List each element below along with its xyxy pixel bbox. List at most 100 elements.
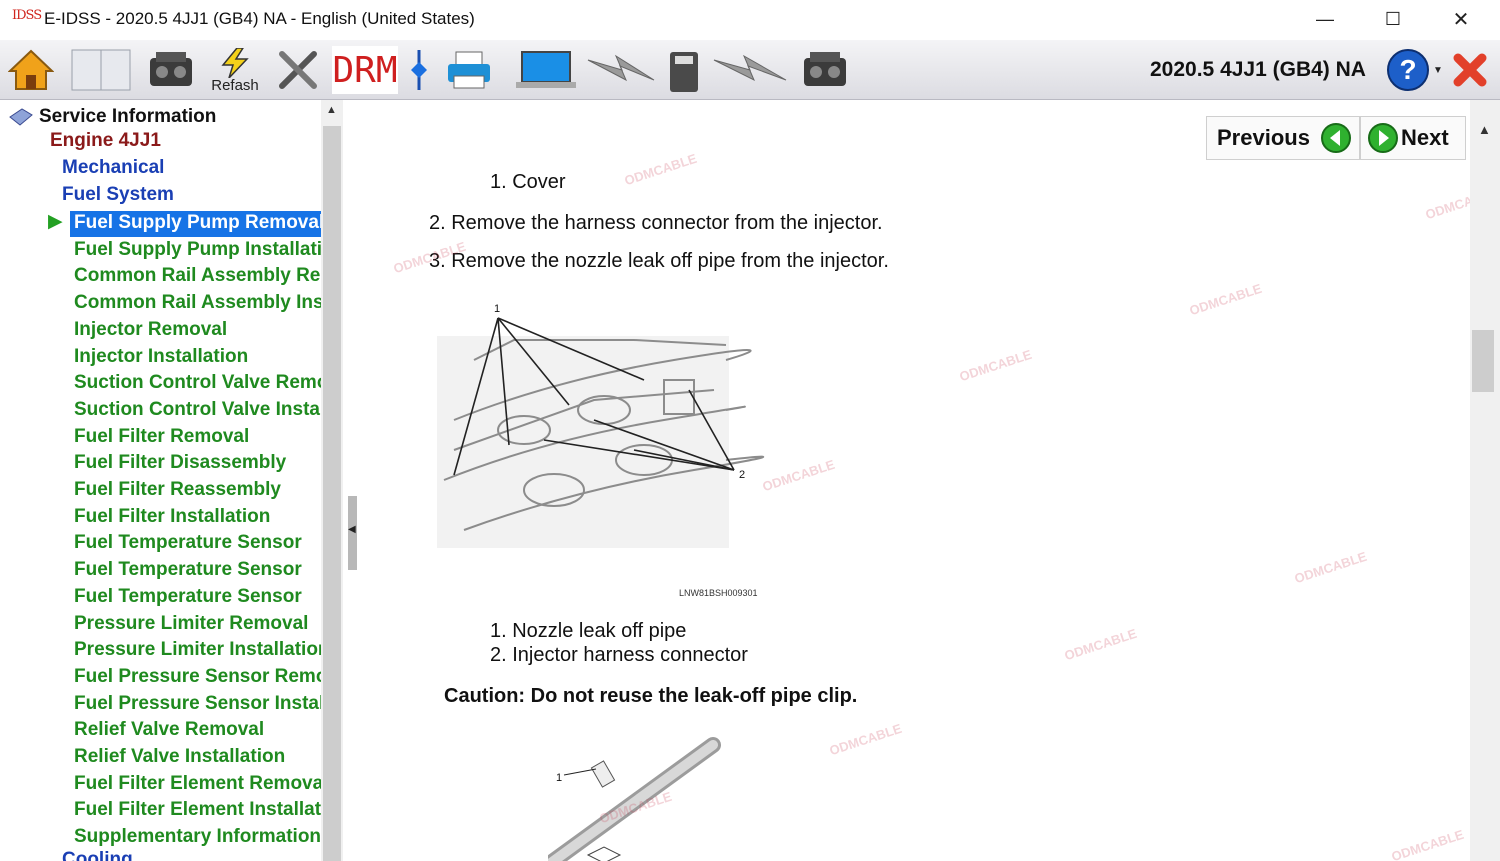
tree-item[interactable]: Fuel Filter Removal	[70, 425, 321, 451]
maximize-button[interactable]: ☐	[1360, 0, 1426, 38]
tree-item[interactable]: Fuel Supply Pump Removal	[70, 211, 321, 237]
print-button[interactable]	[442, 46, 496, 94]
content-scroll-thumb[interactable]	[1472, 330, 1494, 392]
engine-button-2[interactable]	[796, 46, 854, 94]
chevron-down-icon[interactable]: ▼	[1433, 65, 1443, 76]
drm-button[interactable]: DRM	[332, 46, 398, 94]
watermark: ODMCABLE	[1292, 548, 1369, 587]
help-button[interactable]: ? ▼	[1384, 46, 1444, 94]
tree-root-label: Service Information	[39, 106, 217, 127]
sidebar-scroll-thumb[interactable]	[323, 126, 341, 861]
step-2: 2. Remove the harness connector from the…	[429, 212, 883, 234]
tools-icon	[279, 51, 317, 89]
engine-button[interactable]	[142, 46, 200, 94]
exit-button[interactable]	[1450, 46, 1490, 94]
watermark: ODMCABLE	[827, 720, 904, 759]
tree-item[interactable]: Fuel Filter Reassembly	[70, 478, 321, 504]
arrow-button[interactable]	[404, 46, 434, 94]
help-icon: ?	[1387, 49, 1430, 91]
close-button[interactable]: ✕	[1428, 0, 1494, 38]
signal-button-2[interactable]	[710, 46, 790, 94]
callout-1: 1	[494, 303, 500, 315]
tree-item[interactable]: Fuel Temperature Sensor	[70, 558, 321, 584]
exit-icon	[1453, 53, 1487, 87]
step-3: 3. Remove the nozzle leak off pipe from …	[429, 250, 889, 272]
sidebar-scrollbar[interactable]: ▲	[321, 100, 343, 861]
tree-item[interactable]: Fuel Supply Pump Installation	[70, 238, 321, 264]
injector-figure: 1 2	[437, 303, 764, 548]
tree-item[interactable]: Supplementary Information	[70, 825, 321, 851]
refresh-label: Refash	[211, 76, 259, 94]
tree-engine[interactable]: Engine 4JJ1	[50, 130, 161, 156]
signal-icon	[587, 54, 655, 82]
callout-2: 2	[739, 469, 745, 481]
tree-item[interactable]: Injector Removal	[70, 318, 321, 344]
tree-item[interactable]: Fuel Temperature Sensor	[70, 531, 321, 557]
figure-code: LNW81BSH009301	[679, 588, 758, 598]
tree-item[interactable]: Fuel Filter Element Removal	[70, 772, 321, 798]
next-label: Next	[1401, 125, 1449, 150]
tree-cooling[interactable]: Cooling	[62, 849, 133, 861]
minimize-button[interactable]: —	[1292, 0, 1358, 38]
tree-item[interactable]: Fuel Pressure Sensor Removal	[70, 665, 321, 691]
selection-arrow-icon: ▶	[48, 211, 63, 232]
splitter-grip[interactable]: ◀	[348, 496, 357, 570]
scroll-up-icon[interactable]: ▲	[1478, 122, 1491, 137]
pane-splitter[interactable]	[346, 100, 358, 861]
tree-mechanical[interactable]: Mechanical	[62, 157, 164, 183]
watermark: ODMCABLE	[1187, 280, 1264, 319]
laptop-button[interactable]	[512, 46, 580, 94]
next-button[interactable]: Next	[1360, 116, 1466, 160]
title-bar: IDSS E-IDSS - 2020.5 4JJ1 (GB4) NA - Eng…	[0, 0, 1500, 40]
home-button[interactable]	[6, 46, 56, 94]
tree-item[interactable]: Common Rail Assembly Installation	[70, 291, 321, 317]
tree-item[interactable]: Relief Valve Installation	[70, 745, 321, 771]
previous-button[interactable]: Previous	[1206, 116, 1360, 160]
engine-icon	[804, 52, 846, 86]
previous-label: Previous	[1217, 125, 1310, 150]
signal-button-1[interactable]	[584, 46, 658, 94]
forward-arrow-icon	[1368, 123, 1398, 153]
watermark: ODMCABLE	[1389, 826, 1466, 861]
tree-item[interactable]: Pressure Limiter Installation	[70, 638, 321, 664]
tools-button[interactable]	[272, 46, 326, 94]
navigation-tree: Service Information Engine 4JJ1 Mechanic…	[0, 100, 346, 861]
tree-item[interactable]: Injector Installation	[70, 345, 321, 371]
tree-item[interactable]: Suction Control Valve Installation	[70, 398, 321, 424]
tree-item[interactable]: Fuel Filter Installation	[70, 505, 321, 531]
legend-item-2: 2. Injector harness connector	[490, 644, 748, 666]
tree-item[interactable]: Fuel Pressure Sensor Installation	[70, 692, 321, 718]
refresh-button[interactable]: Refash	[204, 46, 266, 94]
legend-cover: 1. Cover	[490, 171, 566, 193]
tree-item[interactable]: Suction Control Valve Removal	[70, 371, 321, 397]
toolbar: Refash DRM 2020.5 4JJ1 (GB4) NA ? ▼	[0, 40, 1500, 100]
tree-item[interactable]: Fuel Filter Disassembly	[70, 451, 321, 477]
watermark: ODMCABLE	[1062, 625, 1139, 664]
tree-item[interactable]: Fuel Temperature Sensor	[70, 585, 321, 611]
tree-item[interactable]: Fuel Filter Element Installation	[70, 798, 321, 824]
manual-button[interactable]	[68, 46, 134, 94]
watermark: ODMCABLE	[622, 150, 699, 189]
vehicle-label: 2020.5 4JJ1 (GB4) NA	[1150, 58, 1366, 81]
tree-fuel-system[interactable]: Fuel System	[62, 184, 174, 210]
window-title: E-IDSS - 2020.5 4JJ1 (GB4) NA - English …	[44, 9, 475, 28]
tree-item[interactable]: Common Rail Assembly Removal	[70, 264, 321, 290]
content-scrollbar[interactable]: ▲	[1470, 100, 1500, 861]
watermark: ODMCABLE	[957, 346, 1034, 385]
tree-item[interactable]: Relief Valve Removal	[70, 718, 321, 744]
scroll-up-icon[interactable]: ▲	[326, 104, 337, 116]
signal-icon	[713, 54, 787, 82]
device-button[interactable]	[664, 46, 704, 94]
engine-icon	[150, 52, 192, 86]
tree-item[interactable]: Pressure Limiter Removal	[70, 612, 321, 638]
collapse-arrow-icon: ◀	[348, 524, 356, 535]
book-icon	[9, 108, 33, 126]
home-icon	[8, 49, 54, 90]
refresh-icon	[221, 47, 249, 78]
legend-item-1: 1. Nozzle leak off pipe	[490, 620, 687, 642]
back-arrow-icon	[1320, 123, 1351, 153]
caution-note: Caution: Do not reuse the leak-off pipe …	[444, 685, 858, 707]
tree-root[interactable]: Service Information	[8, 104, 216, 130]
watermark: ODMCABLE	[1423, 184, 1470, 223]
device-icon	[670, 52, 698, 92]
